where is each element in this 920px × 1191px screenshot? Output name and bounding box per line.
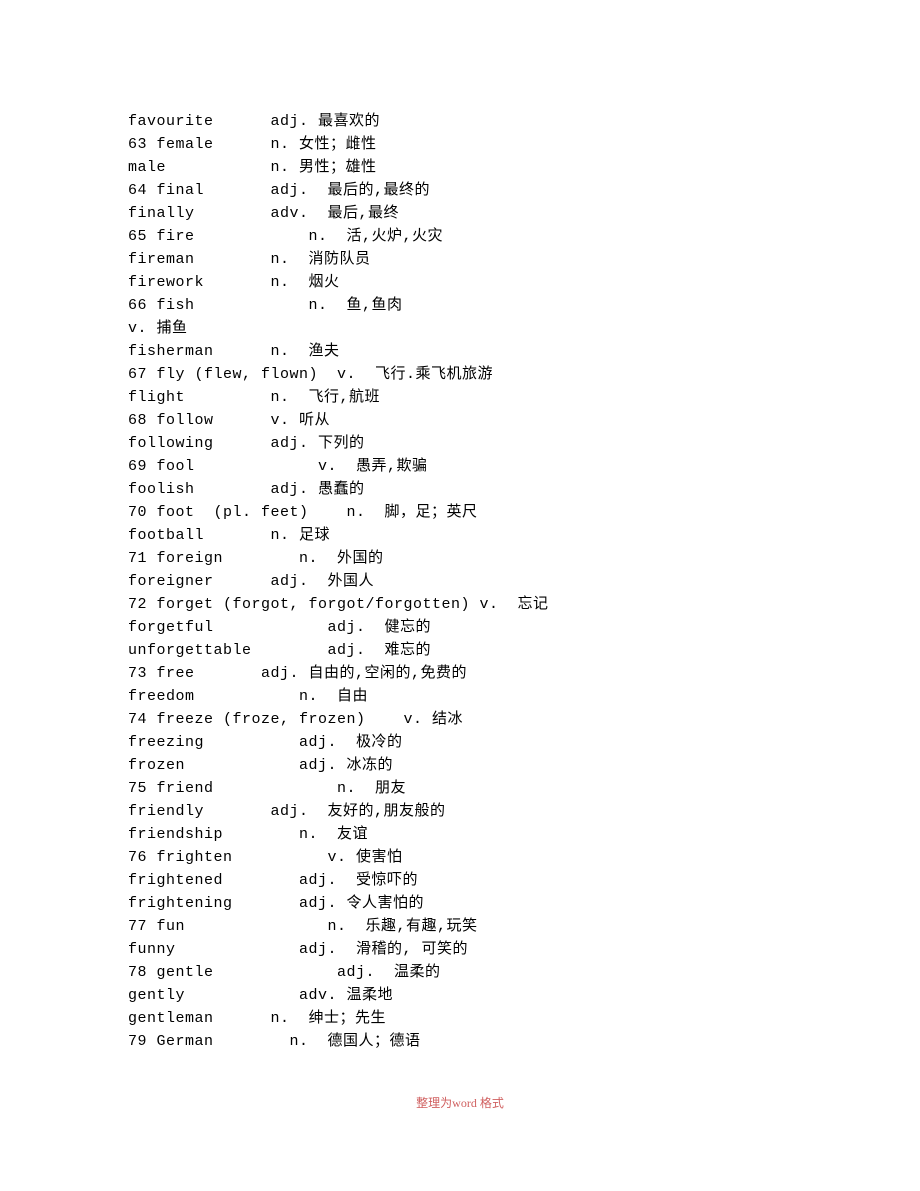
vocabulary-line: funny adj. 滑稽的, 可笑的 bbox=[128, 938, 840, 961]
vocabulary-line: foreigner adj. 外国人 bbox=[128, 570, 840, 593]
vocabulary-line: 72 forget (forgot, forgot/forgotten) v. … bbox=[128, 593, 840, 616]
vocabulary-line: 79 German n. 德国人；德语 bbox=[128, 1030, 840, 1053]
vocabulary-line: frightened adj. 受惊吓的 bbox=[128, 869, 840, 892]
vocabulary-line: 67 fly (flew, flown) v. 飞行.乘飞机旅游 bbox=[128, 363, 840, 386]
vocabulary-line: following adj. 下列的 bbox=[128, 432, 840, 455]
vocabulary-line: gently adv. 温柔地 bbox=[128, 984, 840, 1007]
vocabulary-line: friendship n. 友谊 bbox=[128, 823, 840, 846]
vocabulary-line: 75 friend n. 朋友 bbox=[128, 777, 840, 800]
vocabulary-line: v. 捕鱼 bbox=[128, 317, 840, 340]
vocabulary-line: male n. 男性；雄性 bbox=[128, 156, 840, 179]
vocabulary-line: forgetful adj. 健忘的 bbox=[128, 616, 840, 639]
page-footer: 整理为word 格式 bbox=[0, 1094, 920, 1113]
document-page: favourite adj. 最喜欢的63 female n. 女性；雌性mal… bbox=[0, 0, 920, 1191]
vocabulary-line: 68 follow v. 听从 bbox=[128, 409, 840, 432]
vocabulary-line: 78 gentle adj. 温柔的 bbox=[128, 961, 840, 984]
vocabulary-line: 70 foot (pl. feet) n. 脚，足；英尺 bbox=[128, 501, 840, 524]
vocabulary-line: frightening adj. 令人害怕的 bbox=[128, 892, 840, 915]
vocabulary-line: frozen adj. 冰冻的 bbox=[128, 754, 840, 777]
vocabulary-line: 63 female n. 女性；雌性 bbox=[128, 133, 840, 156]
vocabulary-line: fireman n. 消防队员 bbox=[128, 248, 840, 271]
content-lines: favourite adj. 最喜欢的63 female n. 女性；雌性mal… bbox=[128, 110, 840, 1053]
vocabulary-line: freezing adj. 极冷的 bbox=[128, 731, 840, 754]
vocabulary-line: 74 freeze (froze, frozen) v. 结冰 bbox=[128, 708, 840, 731]
vocabulary-line: 66 fish n. 鱼,鱼肉 bbox=[128, 294, 840, 317]
vocabulary-line: gentleman n. 绅士；先生 bbox=[128, 1007, 840, 1030]
vocabulary-line: 71 foreign n. 外国的 bbox=[128, 547, 840, 570]
vocabulary-line: friendly adj. 友好的,朋友般的 bbox=[128, 800, 840, 823]
vocabulary-line: football n. 足球 bbox=[128, 524, 840, 547]
vocabulary-line: 69 fool v. 愚弄,欺骗 bbox=[128, 455, 840, 478]
vocabulary-line: 77 fun n. 乐趣,有趣,玩笑 bbox=[128, 915, 840, 938]
vocabulary-line: fisherman n. 渔夫 bbox=[128, 340, 840, 363]
vocabulary-line: freedom n. 自由 bbox=[128, 685, 840, 708]
vocabulary-line: 64 final adj. 最后的,最终的 bbox=[128, 179, 840, 202]
vocabulary-line: finally adv. 最后,最终 bbox=[128, 202, 840, 225]
vocabulary-line: foolish adj. 愚蠢的 bbox=[128, 478, 840, 501]
vocabulary-line: 76 frighten v. 使害怕 bbox=[128, 846, 840, 869]
vocabulary-line: flight n. 飞行,航班 bbox=[128, 386, 840, 409]
vocabulary-line: favourite adj. 最喜欢的 bbox=[128, 110, 840, 133]
vocabulary-line: firework n. 烟火 bbox=[128, 271, 840, 294]
vocabulary-line: 73 free adj. 自由的,空闲的,免费的 bbox=[128, 662, 840, 685]
vocabulary-line: 65 fire n. 活,火炉,火灾 bbox=[128, 225, 840, 248]
vocabulary-line: unforgettable adj. 难忘的 bbox=[128, 639, 840, 662]
